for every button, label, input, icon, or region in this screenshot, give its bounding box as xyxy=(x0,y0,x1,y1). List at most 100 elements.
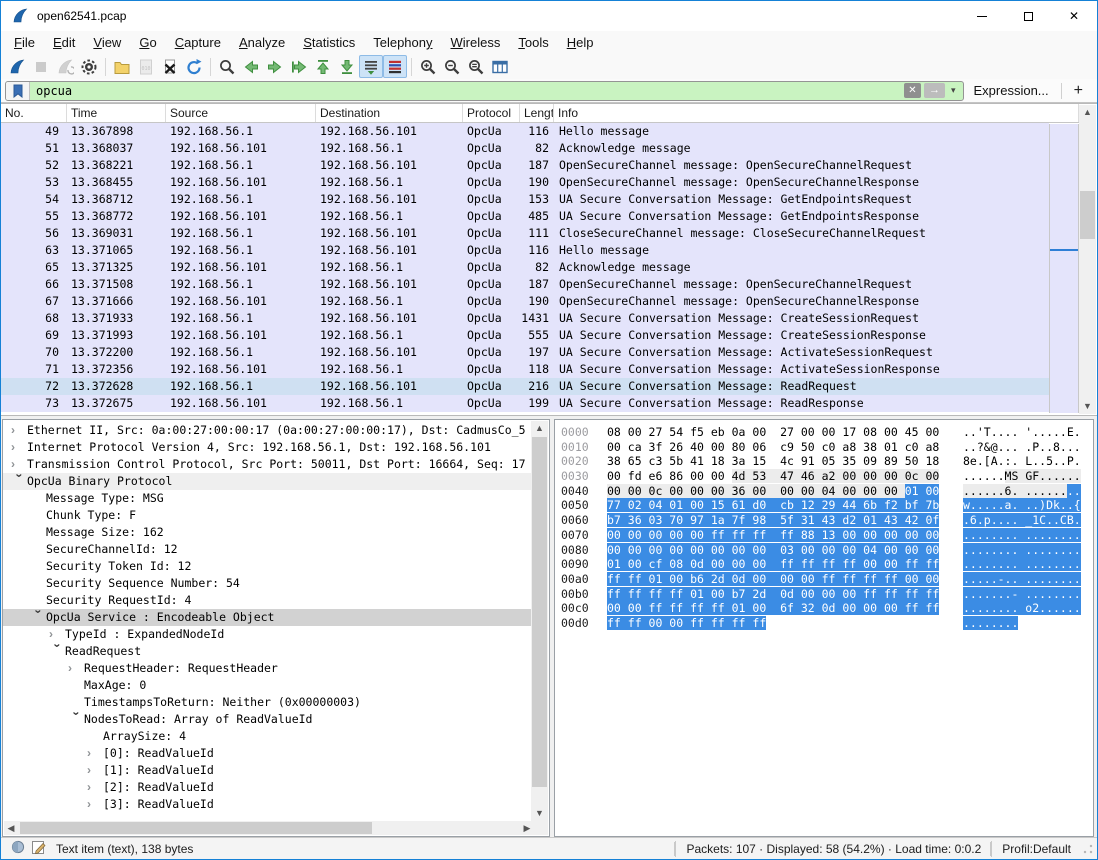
packet-row-68[interactable]: 6813.371933192.168.56.1192.168.56.101Opc… xyxy=(1,310,1049,327)
column-header-time[interactable]: Time xyxy=(67,104,166,122)
detail-line[interactable]: Message Type: MSG xyxy=(3,490,534,507)
packet-row-71[interactable]: 7113.372356192.168.56.101192.168.56.1Opc… xyxy=(1,361,1049,378)
minimize-button[interactable] xyxy=(959,1,1005,31)
colorize-icon[interactable] xyxy=(383,55,407,78)
detail-line[interactable]: ›Internet Protocol Version 4, Src: 192.1… xyxy=(3,439,534,456)
auto-scroll-icon[interactable] xyxy=(359,55,383,78)
column-header-destination[interactable]: Destination xyxy=(316,104,463,122)
detail-line[interactable]: Security Sequence Number: 54 xyxy=(3,575,534,592)
packet-list-scrollbar[interactable]: ▲ ▼ xyxy=(1079,105,1096,414)
column-header-protocol[interactable]: Protocol xyxy=(463,104,520,122)
detail-line[interactable]: ›OpcUa Service : Encodeable Object xyxy=(3,609,534,626)
packet-row-56[interactable]: 5613.369031192.168.56.1192.168.56.101Opc… xyxy=(1,225,1049,242)
go-to-packet-icon[interactable] xyxy=(287,55,311,78)
go-forward-icon[interactable] xyxy=(263,55,287,78)
hex-row-0060[interactable]: 0060b7 36 03 70 97 1a 7f 98 5f 31 43 d2 … xyxy=(561,513,1081,528)
expression-button[interactable]: Expression... xyxy=(974,83,1049,98)
detail-line[interactable]: ›ReadRequest xyxy=(3,643,534,660)
menu-analyze[interactable]: Analyze xyxy=(230,33,294,52)
menu-edit[interactable]: Edit xyxy=(44,33,84,52)
detail-line[interactable]: Security Token Id: 12 xyxy=(3,558,534,575)
hex-row-0050[interactable]: 005077 02 04 01 00 15 61 d0 cb 12 29 44 … xyxy=(561,498,1081,513)
detail-line[interactable]: ›[0]: ReadValueId xyxy=(3,745,534,762)
scrollbar-thumb[interactable] xyxy=(532,437,547,787)
detail-line[interactable]: ›[2]: ReadValueId xyxy=(3,779,534,796)
expand-icon[interactable]: › xyxy=(49,626,65,643)
go-first-icon[interactable] xyxy=(311,55,335,78)
menu-statistics[interactable]: Statistics xyxy=(294,33,364,52)
packet-row-52[interactable]: 5213.368221192.168.56.1192.168.56.101Opc… xyxy=(1,157,1049,174)
hex-row-0040[interactable]: 004000 00 0c 00 00 00 36 00 00 00 04 00 … xyxy=(561,484,1081,499)
packet-row-55[interactable]: 5513.368772192.168.56.101192.168.56.1Opc… xyxy=(1,208,1049,225)
menu-telephony[interactable]: Telephony xyxy=(364,33,441,52)
go-last-icon[interactable] xyxy=(335,55,359,78)
detail-line[interactable]: ›TypeId : ExpandedNodeId xyxy=(3,626,534,643)
expand-icon[interactable]: › xyxy=(11,456,27,473)
hex-row-00d0[interactable]: 00d0ff ff 00 00 ff ff ff ff........ xyxy=(561,616,1081,631)
hex-row-0080[interactable]: 008000 00 00 00 00 00 00 00 03 00 00 00 … xyxy=(561,543,1081,558)
go-back-icon[interactable] xyxy=(239,55,263,78)
column-header-no[interactable]: No. xyxy=(1,104,67,122)
display-filter-field[interactable]: opcua ✕ → ▾ xyxy=(5,81,964,101)
filter-input[interactable]: opcua xyxy=(30,84,904,98)
expand-icon[interactable]: › xyxy=(87,762,103,779)
status-profile[interactable]: Profil:Default xyxy=(991,841,1081,857)
collapse-icon[interactable]: › xyxy=(30,610,47,626)
packet-row-49[interactable]: 4913.367898192.168.56.1192.168.56.101Opc… xyxy=(1,123,1049,140)
packet-row-72[interactable]: 7213.372628192.168.56.1192.168.56.101Opc… xyxy=(1,378,1049,395)
file-reload-icon[interactable] xyxy=(182,55,206,78)
maximize-button[interactable] xyxy=(1005,1,1051,31)
detail-line[interactable]: ›OpcUa Binary Protocol xyxy=(3,473,534,490)
expand-icon[interactable]: › xyxy=(87,779,103,796)
packet-row-73[interactable]: 7313.372675192.168.56.101192.168.56.1Opc… xyxy=(1,395,1049,412)
menu-capture[interactable]: Capture xyxy=(166,33,230,52)
column-header-source[interactable]: Source xyxy=(166,104,316,122)
hex-row-0090[interactable]: 009001 00 cf 08 0d 00 00 00 ff ff ff ff … xyxy=(561,557,1081,572)
detail-line[interactable]: ›RequestHeader: RequestHeader xyxy=(3,660,534,677)
packet-row-63[interactable]: 6313.371065192.168.56.1192.168.56.101Opc… xyxy=(1,242,1049,259)
hex-row-0020[interactable]: 002038 65 c3 5b 41 18 3a 15 4c 91 05 35 … xyxy=(561,454,1081,469)
filter-clear-button[interactable]: ✕ xyxy=(904,83,921,98)
packet-row-54[interactable]: 5413.368712192.168.56.1192.168.56.101Opc… xyxy=(1,191,1049,208)
details-hscrollbar[interactable]: ◀ ▶ xyxy=(4,821,534,835)
detail-line[interactable]: Message Size: 162 xyxy=(3,524,534,541)
zoom-in-icon[interactable] xyxy=(416,55,440,78)
zoom-out-icon[interactable] xyxy=(440,55,464,78)
close-button[interactable]: ✕ xyxy=(1051,1,1097,31)
expand-icon[interactable]: › xyxy=(87,796,103,813)
detail-line[interactable]: ›[1]: ReadValueId xyxy=(3,762,534,779)
zoom-reset-icon[interactable] xyxy=(464,55,488,78)
scroll-right-icon[interactable]: ▶ xyxy=(520,821,534,835)
scroll-down-icon[interactable]: ▼ xyxy=(1079,399,1096,414)
scrollbar-thumb[interactable] xyxy=(20,822,372,834)
hex-row-00c0[interactable]: 00c000 00 ff ff ff ff 01 00 6f 32 0d 00 … xyxy=(561,601,1081,616)
detail-line[interactable]: ArraySize: 4 xyxy=(3,728,534,745)
collapse-icon[interactable]: › xyxy=(49,644,66,660)
collapse-icon[interactable]: › xyxy=(11,474,28,490)
hex-row-0000[interactable]: 000008 00 27 54 f5 eb 0a 00 27 00 00 17 … xyxy=(561,425,1081,440)
capture-start-icon[interactable] xyxy=(5,55,29,78)
filter-dropdown-icon[interactable]: ▾ xyxy=(948,85,959,96)
packet-row-70[interactable]: 7013.372200192.168.56.1192.168.56.101Opc… xyxy=(1,344,1049,361)
packet-row-66[interactable]: 6613.371508192.168.56.1192.168.56.101Opc… xyxy=(1,276,1049,293)
expand-icon[interactable]: › xyxy=(87,745,103,762)
capture-restart-icon[interactable] xyxy=(53,55,77,78)
collapse-icon[interactable]: › xyxy=(68,712,85,728)
expand-icon[interactable]: › xyxy=(68,660,84,677)
scroll-up-icon[interactable]: ▲ xyxy=(531,421,548,436)
capture-options-icon[interactable] xyxy=(77,55,101,78)
menu-wireless[interactable]: Wireless xyxy=(442,33,510,52)
filter-bookmark-icon[interactable] xyxy=(6,82,30,100)
details-vscrollbar[interactable]: ▲ ▼ xyxy=(531,421,548,821)
menu-view[interactable]: View xyxy=(84,33,130,52)
add-filter-button[interactable]: + xyxy=(1066,82,1091,100)
menu-go[interactable]: Go xyxy=(130,33,165,52)
packet-row-53[interactable]: 5313.368455192.168.56.101192.168.56.1Opc… xyxy=(1,174,1049,191)
hex-row-00a0[interactable]: 00a0ff ff 01 00 b6 2d 0d 00 00 00 ff ff … xyxy=(561,572,1081,587)
packet-row-69[interactable]: 6913.371993192.168.56.101192.168.56.1Opc… xyxy=(1,327,1049,344)
capture-stop-icon[interactable] xyxy=(29,55,53,78)
detail-line[interactable]: MaxAge: 0 xyxy=(3,677,534,694)
packet-row-65[interactable]: 6513.371325192.168.56.101192.168.56.1Opc… xyxy=(1,259,1049,276)
column-header-info[interactable]: Info xyxy=(554,104,1079,122)
detail-line[interactable]: TimestampsToReturn: Neither (0x00000003) xyxy=(3,694,534,711)
